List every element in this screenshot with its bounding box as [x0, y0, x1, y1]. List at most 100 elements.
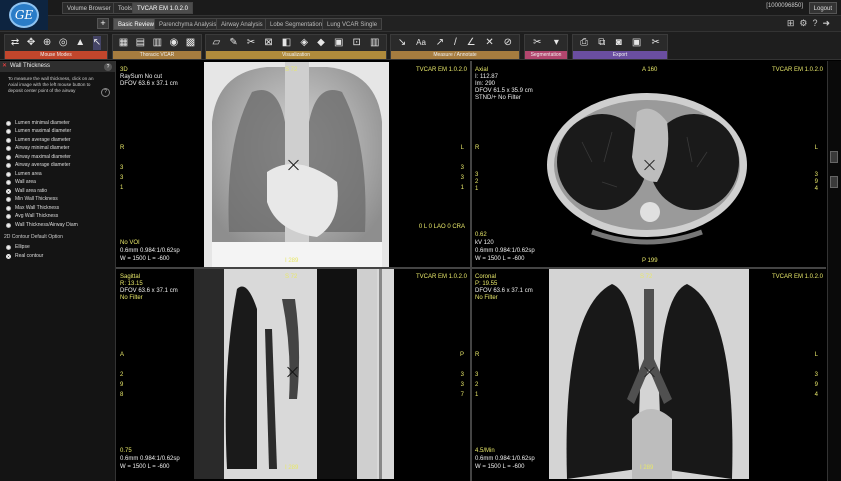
tab-tvcar[interactable]: TVCAR EM 1.0.2.0 — [132, 2, 194, 14]
delete-tool-icon[interactable]: ✕ — [485, 36, 493, 50]
scroll-handle-bottom[interactable] — [830, 176, 838, 188]
system-icons[interactable]: ⊞⚙?➜ — [787, 18, 835, 29]
instructions-text: To measure the wall thickness, click on … — [8, 76, 94, 93]
crosshair-icon[interactable] — [644, 159, 656, 171]
tab-volume-browser[interactable]: Volume Browser — [62, 2, 116, 14]
vp-filter: No Filter — [475, 295, 498, 301]
close-icon[interactable]: ✕ — [2, 61, 7, 72]
radio-button[interactable] — [6, 197, 11, 202]
tab-parenchyma-analysis[interactable]: Parenchyma Analysis — [154, 18, 222, 30]
wall-option-item[interactable]: Min Wall Thickness — [6, 196, 58, 204]
tab-lobe-segmentation[interactable]: Lobe Segmentation — [265, 18, 328, 30]
text-tool-icon[interactable]: Aa — [416, 36, 426, 50]
arrow-tool-icon[interactable]: ↘ — [398, 36, 406, 50]
wall-option-item[interactable]: Wall Thickness/Airway Diam — [6, 221, 78, 229]
viewport-divider-vertical[interactable] — [470, 61, 472, 481]
radio-button[interactable] — [6, 253, 11, 259]
crosshair-icon[interactable] — [644, 366, 656, 378]
box-icon[interactable]: ⊠ — [264, 36, 272, 50]
diamond-icon[interactable]: ◆ — [317, 36, 325, 50]
group-label: Visualization — [206, 51, 386, 59]
radio-button[interactable] — [6, 188, 11, 194]
radio-button[interactable] — [6, 205, 11, 211]
add-protocol-button[interactable]: + — [97, 18, 109, 29]
wall-option-item[interactable]: Wall area ratio — [6, 187, 47, 195]
viewport-3d[interactable]: 3D RaySum No cut DFOV 63.6 x 37.1 cm TVC… — [117, 62, 470, 267]
save-image-icon[interactable]: ▣ — [632, 36, 641, 50]
segment-menu-icon[interactable]: ▾ — [554, 36, 559, 50]
viewport-axial[interactable]: Axial I: 112.87 Im: 290 DFOV 61.5 x 35.9… — [472, 62, 826, 267]
vcar-tool-2-icon[interactable]: ▤ — [136, 36, 145, 50]
wall-option-item[interactable]: Lumen maximal diameter — [6, 128, 71, 136]
export-cut-icon[interactable]: ✂ — [651, 36, 659, 50]
vcar-tool-3-icon[interactable]: ▥ — [153, 36, 162, 50]
arrow-tool-2-icon[interactable]: ↗ — [436, 36, 444, 50]
tab-basic-review[interactable]: Basic Review — [113, 18, 160, 30]
move-icon[interactable]: ✥ — [27, 36, 35, 50]
wall-option-item[interactable]: Airway minimal diameter — [6, 145, 69, 153]
crosshair-icon[interactable] — [288, 159, 300, 171]
scissors-icon[interactable]: ✂ — [247, 36, 255, 50]
info-help-icon[interactable]: ? — [101, 88, 110, 97]
vcar-tool-5-icon[interactable]: ▩ — [186, 36, 195, 50]
radio-button[interactable] — [6, 244, 11, 250]
contour-option-item[interactable]: Ellipse — [6, 243, 30, 251]
reformat-icon[interactable]: ▥ — [370, 36, 379, 50]
wall-option-item[interactable]: Lumen minimal diameter — [6, 119, 70, 127]
contour-option-item[interactable]: Real contour — [6, 252, 43, 260]
wall-option-item[interactable]: Lumen area — [6, 170, 42, 178]
paging-icon[interactable]: ▲ — [75, 36, 85, 50]
vp-right-num: 3 — [814, 172, 818, 178]
window-level-icon[interactable]: ◎ — [59, 36, 68, 50]
fit-icon[interactable]: ⊡ — [352, 36, 360, 50]
radio-button[interactable] — [6, 222, 11, 228]
radio-button[interactable] — [6, 129, 11, 134]
print-icon[interactable]: ⎙ — [580, 36, 588, 50]
wall-option-item[interactable]: Lumen average diameter — [6, 136, 71, 144]
frame-icon[interactable]: ▣ — [334, 36, 343, 50]
logout-button[interactable]: Logout — [808, 2, 837, 14]
vp-render-mode: RaySum No cut — [120, 74, 163, 80]
wall-option-item[interactable]: Wall area — [6, 179, 36, 187]
angle-tool-icon[interactable]: ∠ — [467, 36, 476, 50]
vp-right-num: 9 — [814, 382, 818, 388]
vcar-tool-1-icon[interactable]: ▦ — [119, 36, 128, 50]
viewport-coronal[interactable]: Coronal P: 19.55 DFOV 63.6 x 37.1 cm No … — [472, 269, 826, 479]
wall-option-item[interactable]: Airway average diameter — [6, 162, 70, 170]
radio-button[interactable] — [6, 146, 11, 151]
vp-slice-thickness: 0.62 — [475, 232, 487, 238]
crosshair-icon[interactable] — [287, 366, 299, 378]
radio-button[interactable] — [6, 120, 11, 126]
wall-option-item[interactable]: Avg Wall Thickness — [6, 213, 58, 221]
radio-button[interactable] — [6, 180, 11, 185]
radio-button[interactable] — [6, 171, 11, 177]
erase-tool-icon[interactable]: ⊘ — [504, 36, 512, 50]
tab-lung-vcar-single[interactable]: Lung VCAR Single — [322, 18, 383, 30]
radio-button[interactable] — [6, 154, 11, 160]
line-tool-icon[interactable]: / — [454, 36, 457, 50]
pencil-icon[interactable]: ✎ — [229, 36, 237, 50]
radio-button[interactable] — [6, 214, 11, 219]
zoom-icon[interactable]: ⊕ — [43, 36, 51, 50]
layout-icon[interactable]: ◧ — [282, 36, 291, 50]
pan-icon[interactable]: ⇄ — [11, 36, 19, 50]
radio-button[interactable] — [6, 137, 11, 143]
render-icon[interactable]: ◈ — [300, 36, 308, 50]
wall-option-item[interactable]: Max Wall Thickness — [6, 204, 59, 212]
radio-button[interactable] — [6, 163, 11, 168]
vp-window-level: W = 1500 L = -600 — [120, 256, 170, 262]
option-label: Avg Wall Thickness — [15, 213, 59, 219]
scroll-handle-top[interactable] — [830, 151, 838, 163]
wall-option-item[interactable]: Airway maximal diameter — [6, 153, 71, 161]
camera-icon[interactable]: ◙ — [616, 36, 622, 50]
viewport-divider-horizontal[interactable] — [116, 267, 826, 269]
pointer-icon[interactable]: ↖ — [92, 36, 102, 50]
vcar-tool-4-icon[interactable]: ◉ — [170, 36, 179, 50]
help-icon[interactable]: ? — [104, 63, 112, 71]
copy-icon[interactable]: ⧉ — [598, 36, 605, 50]
cut-plane-icon[interactable]: ▱ — [213, 36, 221, 50]
segment-cut-icon[interactable]: ✂ — [533, 36, 541, 50]
tab-airway-analysis[interactable]: Airway Analysis — [216, 18, 268, 30]
viewport-sagittal[interactable]: Sagittal R: 13.15 DFOV 63.6 x 37.1 cm No… — [117, 269, 470, 479]
vp-dfov: DFOV 61.5 x 35.9 cm — [475, 88, 533, 94]
